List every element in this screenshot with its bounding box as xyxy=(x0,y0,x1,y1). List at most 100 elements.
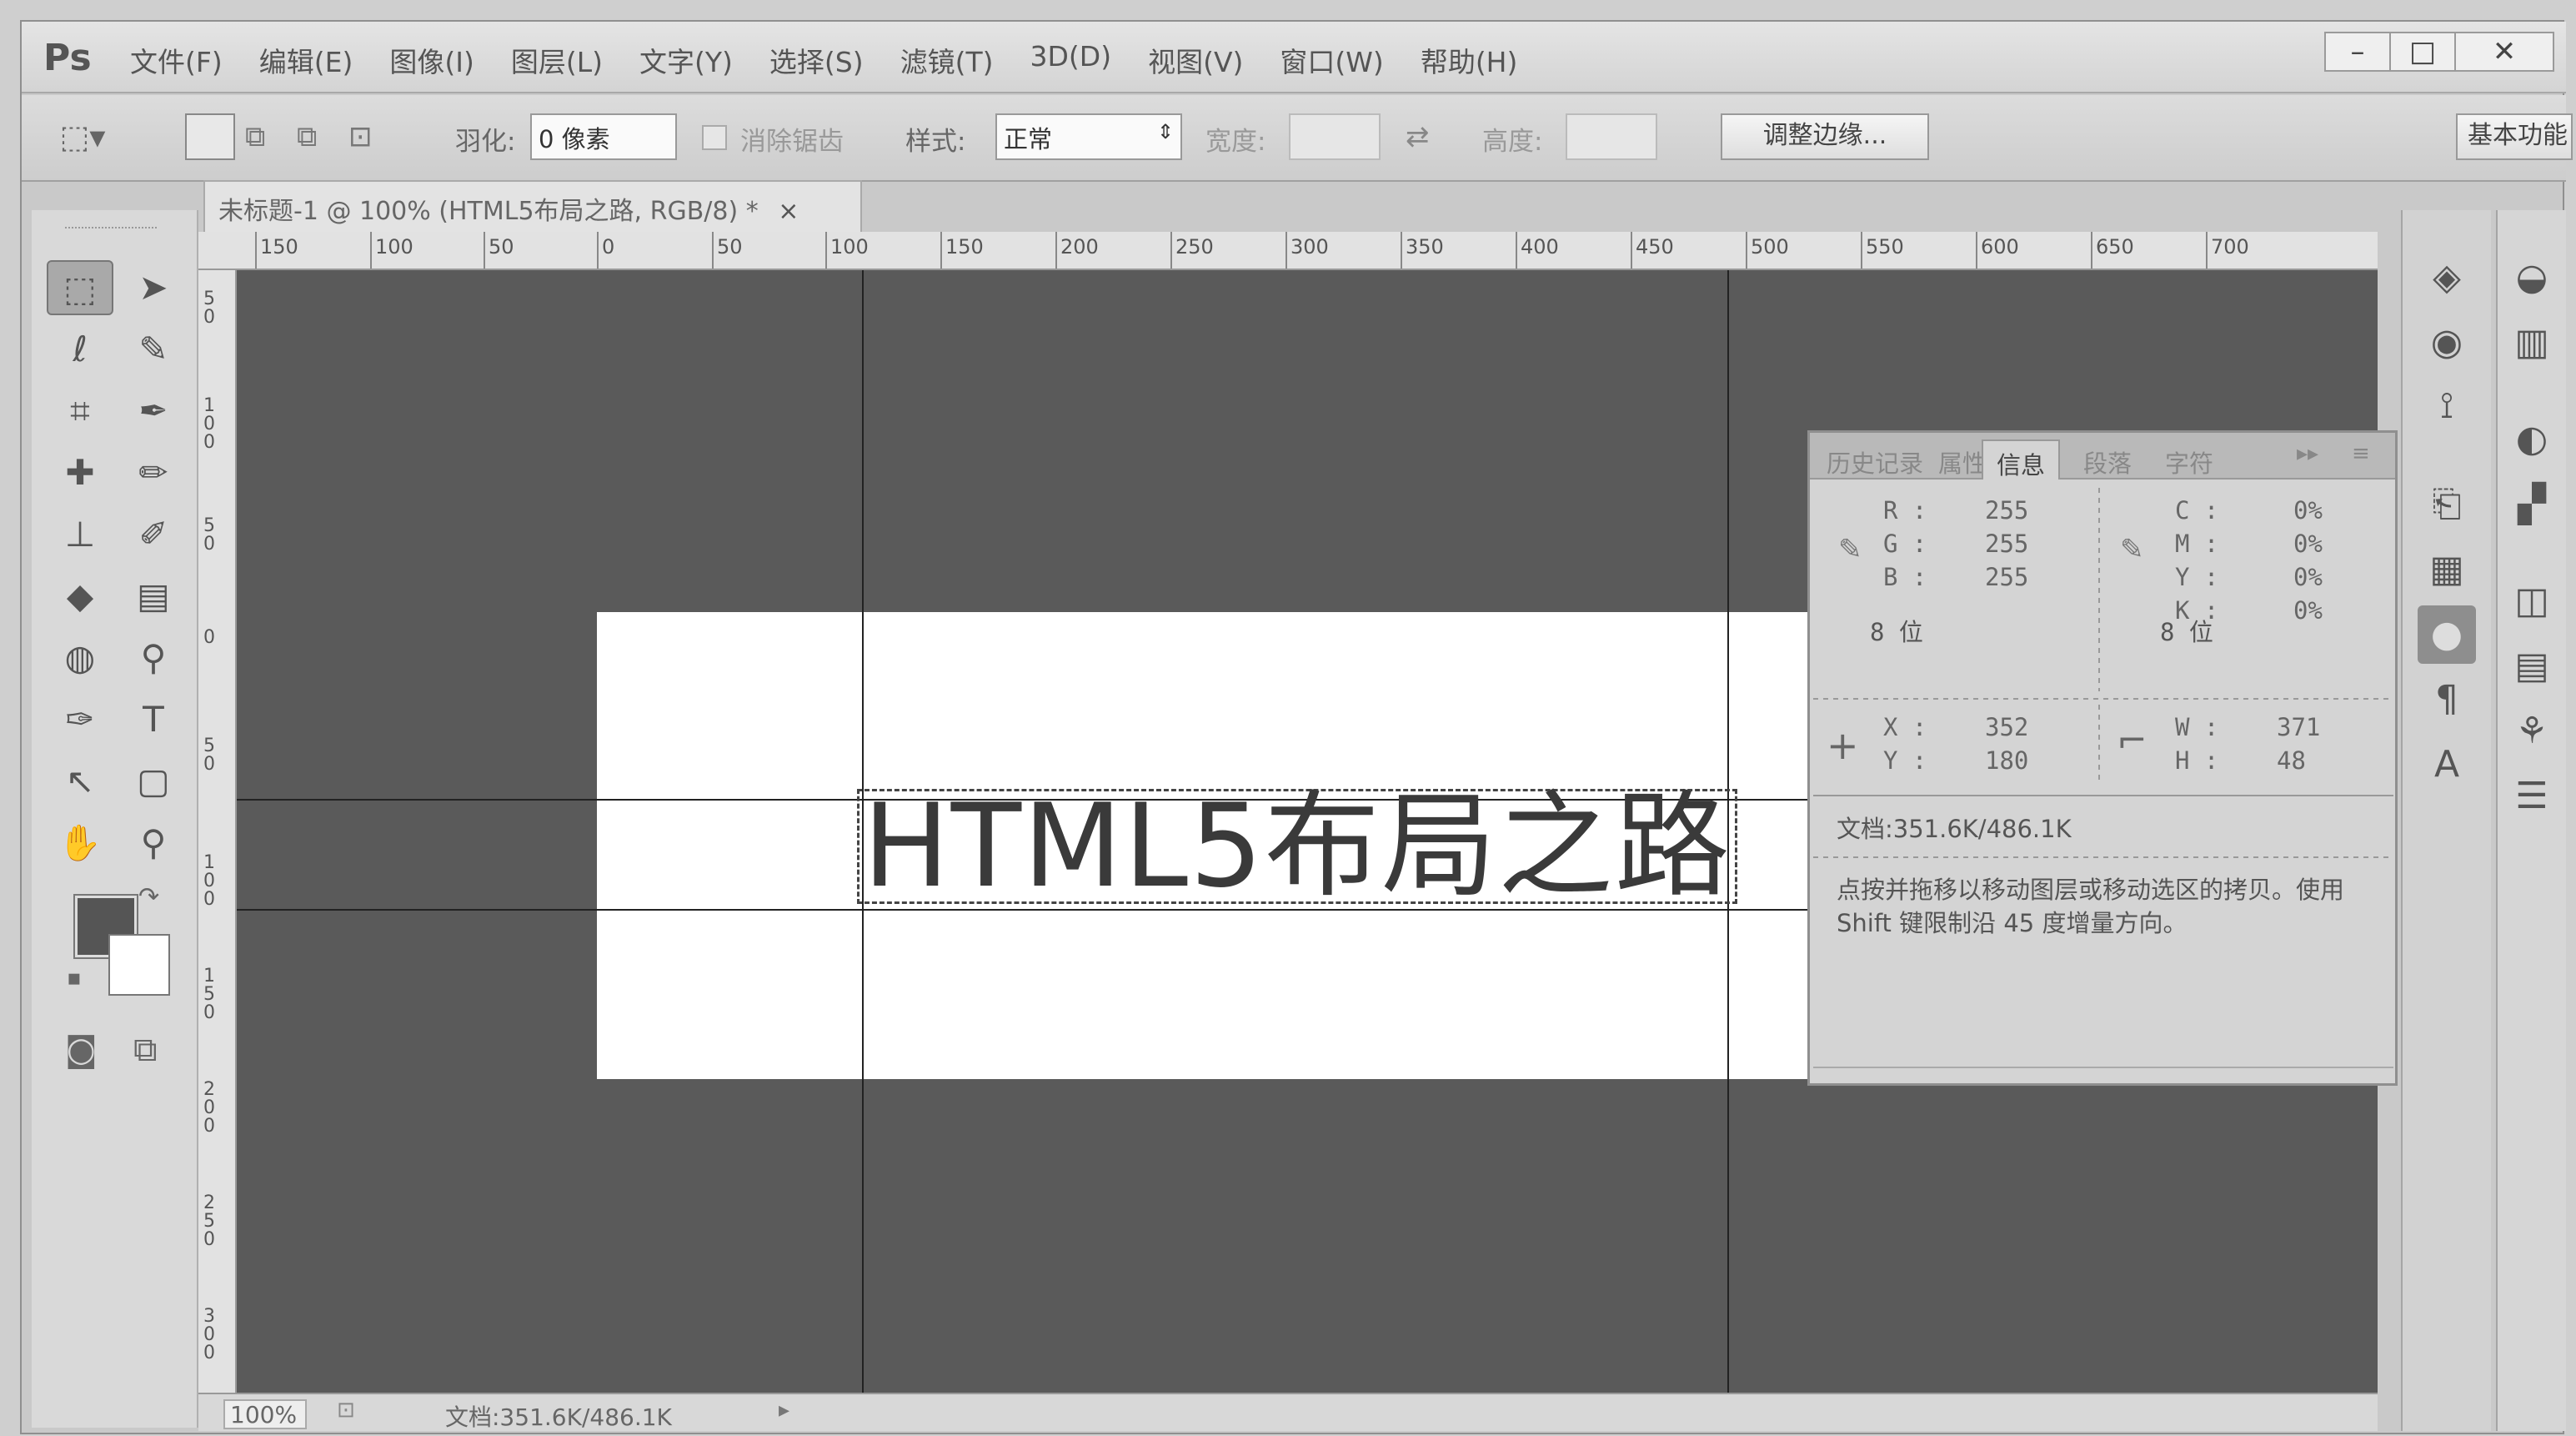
paragraph-icon[interactable]: ¶ xyxy=(2418,670,2476,729)
minimize-button[interactable]: – xyxy=(2324,32,2391,72)
document-tab[interactable]: 未标题-1 @ 100% (HTML5布局之路, RGB/8) * × xyxy=(203,180,862,232)
eraser-tool-icon[interactable]: ◆ xyxy=(47,569,113,624)
channels-icon[interactable]: ◉ xyxy=(2418,314,2476,372)
brush-presets-icon[interactable]: ⚘ xyxy=(2503,702,2561,761)
menu-window[interactable]: 窗口(W) xyxy=(1280,40,1383,80)
healing-brush-tool-icon[interactable]: ✚ xyxy=(47,445,113,500)
close-tab-icon[interactable]: × xyxy=(778,197,799,226)
swap-colors-icon[interactable]: ↷ xyxy=(138,882,159,911)
tab-info[interactable]: 信息 xyxy=(1982,439,2061,480)
text-layer-selection[interactable]: HTML5布局之路 xyxy=(857,789,1737,904)
panel-menu-icon[interactable]: ≡ xyxy=(2352,441,2370,466)
menu-select[interactable]: 选择(S) xyxy=(769,40,864,80)
menu-image[interactable]: 图像(I) xyxy=(389,40,474,80)
width-input[interactable] xyxy=(1289,113,1381,160)
ruler-tick: 450 xyxy=(1636,235,1674,259)
refine-edge-button[interactable]: 调整边缘... xyxy=(1721,113,1929,160)
quick-select-tool-icon[interactable]: ✎ xyxy=(120,322,187,377)
tool-presets-icon[interactable]: ☰ xyxy=(2503,767,2561,826)
navigator-icon[interactable]: ◫ xyxy=(2503,572,2561,630)
crosshair-icon: + xyxy=(1827,723,1859,768)
menu-type[interactable]: 文字(Y) xyxy=(639,40,733,80)
pen-tool-icon[interactable]: ✑ xyxy=(47,692,113,747)
add-selection-icon[interactable]: ⧉ xyxy=(245,113,287,160)
panel-dock: ◈ ◉ ⟟ ⎗ ▦ ● ¶ A xyxy=(2401,210,2491,1431)
dodge-tool-icon[interactable]: ⚲ xyxy=(120,630,187,685)
marquee-tool-icon[interactable]: ⬚ xyxy=(47,260,113,315)
h-value: 48 xyxy=(2277,746,2306,775)
character-icon[interactable]: A xyxy=(2418,736,2476,794)
zoom-field[interactable]: 100% xyxy=(223,1399,307,1429)
m-label: M : xyxy=(2175,530,2219,558)
screen-mode-icon[interactable]: ⧉ xyxy=(133,1031,158,1069)
menu-filter[interactable]: 滤镜(T) xyxy=(900,40,994,80)
notes-icon[interactable]: ▤ xyxy=(2503,637,2561,695)
marquee-preset-icon[interactable]: ⬚▾ xyxy=(53,113,112,160)
h-label: H : xyxy=(2175,746,2219,775)
panel-collapse-icon[interactable]: ▸▸ xyxy=(2297,441,2318,466)
blur-tool-icon[interactable]: ◍ xyxy=(47,630,113,685)
r-value: 255 xyxy=(1985,496,2029,525)
styles-icon[interactable]: ▞ xyxy=(2503,475,2561,534)
brush-tool-icon[interactable]: ✏ xyxy=(120,445,187,500)
shape-tool-icon[interactable]: ▢ xyxy=(120,754,187,809)
eyedropper-tool-icon[interactable]: ✒ xyxy=(120,384,187,439)
crop-tool-icon[interactable]: ⌗ xyxy=(47,384,113,439)
tab-history[interactable]: 历史记录 xyxy=(1813,439,1937,480)
g-value: 255 xyxy=(1985,530,2029,558)
feather-input[interactable]: 0 像素 xyxy=(530,113,677,160)
layers-icon[interactable]: ◈ xyxy=(2418,249,2476,307)
background-color[interactable] xyxy=(108,934,170,996)
menu-file[interactable]: 文件(F) xyxy=(130,40,223,80)
hand-tool-icon[interactable]: ✋ xyxy=(47,816,113,871)
swap-icon[interactable]: ⇄ xyxy=(1406,113,1439,160)
menu-layer[interactable]: 图层(L) xyxy=(511,40,603,80)
lasso-tool-icon[interactable]: ℓ xyxy=(47,322,113,377)
paths-icon[interactable]: ⟟ xyxy=(2418,377,2476,435)
w-value: 371 xyxy=(2277,713,2321,741)
panel-resize-grip[interactable] xyxy=(1813,1067,2393,1082)
b-label: B : xyxy=(1883,563,1927,591)
ruler-tick: 50 xyxy=(489,235,514,259)
menu-3d[interactable]: 3D(D) xyxy=(1030,40,1112,80)
color-icon[interactable]: ◒ xyxy=(2503,249,2561,307)
properties-icon[interactable]: ▦ xyxy=(2418,540,2476,599)
swatches-icon[interactable]: ▥ xyxy=(2503,314,2561,372)
ruler-tick: 5 0 xyxy=(203,289,215,328)
clone-stamp-tool-icon[interactable]: ⊥ xyxy=(47,507,113,562)
default-colors-icon[interactable]: ▪ xyxy=(67,966,82,991)
ruler-tick: 1 0 0 xyxy=(203,395,215,453)
status-menu-icon[interactable]: ⊡ xyxy=(337,1398,355,1423)
menu-view[interactable]: 视图(V) xyxy=(1148,40,1243,80)
history-brush-tool-icon[interactable]: ✐ xyxy=(120,507,187,562)
move-tool-icon[interactable]: ➤ xyxy=(120,260,187,315)
subtract-selection-icon[interactable]: ⧉ xyxy=(297,113,338,160)
intersect-selection-icon[interactable]: ⊡ xyxy=(348,113,390,160)
menu-edit[interactable]: 编辑(E) xyxy=(259,40,353,80)
y-value: 0% xyxy=(2293,563,2323,591)
gradient-tool-icon[interactable]: ▤ xyxy=(120,569,187,624)
c-value: 0% xyxy=(2293,496,2323,525)
type-tool-icon[interactable]: T xyxy=(120,692,187,747)
height-input[interactable] xyxy=(1566,113,1657,160)
history-icon[interactable]: ⎗ xyxy=(2418,475,2476,534)
close-button[interactable]: ✕ xyxy=(2454,32,2554,72)
quick-mask-icon[interactable]: ◙ xyxy=(65,1031,98,1069)
info-icon[interactable]: ● xyxy=(2418,605,2476,664)
workspace-switcher[interactable]: 基本功能 xyxy=(2456,113,2573,160)
tab-character[interactable]: 字符 xyxy=(2152,439,2227,480)
ruler-tick: 150 xyxy=(260,235,298,259)
path-select-tool-icon[interactable]: ↖ xyxy=(47,754,113,809)
adjustments-icon[interactable]: ◐ xyxy=(2503,410,2561,469)
zoom-tool-icon[interactable]: ⚲ xyxy=(120,816,187,871)
antialias-checkbox[interactable] xyxy=(702,125,727,150)
y-coord-value: 180 xyxy=(1985,746,2029,775)
status-doc-size: 文档:351.6K/486.1K xyxy=(445,1403,672,1431)
status-arrow-icon[interactable]: ▸ xyxy=(779,1398,789,1423)
new-selection-icon[interactable] xyxy=(185,113,235,160)
tab-paragraph[interactable]: 段落 xyxy=(2070,439,2145,480)
maximize-button[interactable]: □ xyxy=(2389,32,2456,72)
menu-help[interactable]: 帮助(H) xyxy=(1421,40,1518,80)
style-select[interactable]: 正常 ⇕ xyxy=(995,113,1182,160)
y-label: Y : xyxy=(2175,563,2219,591)
